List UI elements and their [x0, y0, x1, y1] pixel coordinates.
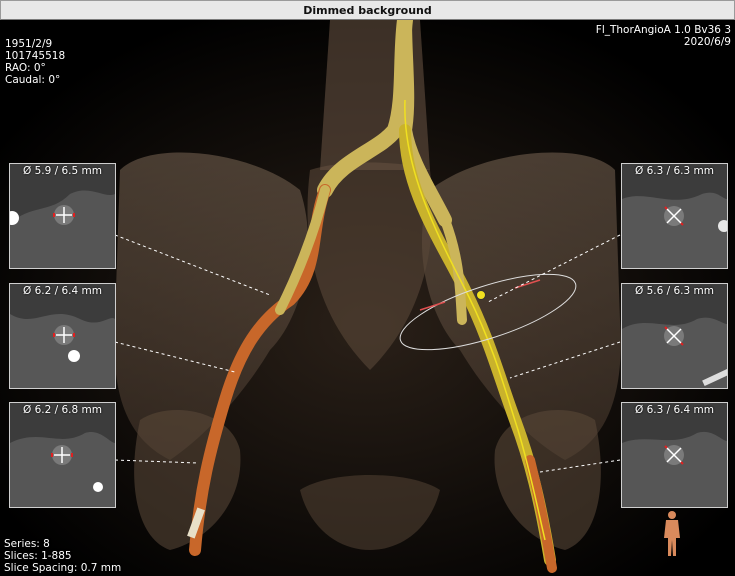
patient-id: 101745518 — [5, 50, 66, 62]
diameter-label: Ø 5.6 / 6.3 mm — [634, 285, 714, 297]
birth-date: 1951/2/9 — [5, 38, 53, 50]
centerline-marker — [476, 290, 486, 300]
cross-section-right-3[interactable]: Ø 6.2 / 6.8 mm — [9, 402, 116, 508]
study-date: 2020/6/9 — [683, 36, 731, 48]
3d-render-viewport[interactable]: 1951/2/9 101745518 RAO: 0° Caudal: 0° Fl… — [0, 20, 735, 576]
cross-section-left-2[interactable]: Ø 5.6 / 6.3 mm — [621, 283, 728, 389]
series-info: Series: 8 Slices: 1-885 Slice Spacing: 0… — [4, 538, 121, 574]
study-info: Fl_ThorAngioA 1.0 Bv36 3 2020/6/9 — [596, 24, 731, 48]
cross-section-right-1[interactable]: Ø 5.9 / 6.5 mm — [9, 163, 116, 269]
diameter-label: Ø 5.9 / 6.5 mm — [22, 165, 102, 177]
caudal-angle: Caudal: 0° — [5, 74, 61, 86]
diameter-label: Ø 6.3 / 6.3 mm — [634, 165, 714, 177]
cross-section-left-1[interactable]: Ø 6.3 / 6.3 mm — [621, 163, 728, 269]
series-description: Fl_ThorAngioA 1.0 Bv36 3 — [595, 24, 731, 36]
cross-section-right-2[interactable]: Ø 6.2 / 6.4 mm — [9, 283, 116, 389]
cross-section-left-3[interactable]: Ø 6.3 / 6.4 mm — [621, 402, 728, 508]
diameter-label: Ø 6.2 / 6.8 mm — [22, 404, 102, 416]
diameter-label: Ø 6.3 / 6.4 mm — [634, 404, 714, 416]
patient-info: 1951/2/9 101745518 RAO: 0° Caudal: 0° — [5, 38, 65, 86]
viewer-title-bar: Dimmed background — [0, 0, 735, 20]
rao-angle: RAO: 0° — [5, 62, 46, 74]
slice-range: Slices: 1-885 — [4, 550, 72, 562]
series-number: Series: 8 — [4, 538, 50, 550]
diameter-label: Ø 6.2 / 6.4 mm — [22, 285, 102, 297]
orientation-figure-icon — [664, 511, 680, 556]
viewer-title: Dimmed background — [303, 3, 432, 17]
slice-spacing: Slice Spacing: 0.7 mm — [4, 562, 122, 574]
